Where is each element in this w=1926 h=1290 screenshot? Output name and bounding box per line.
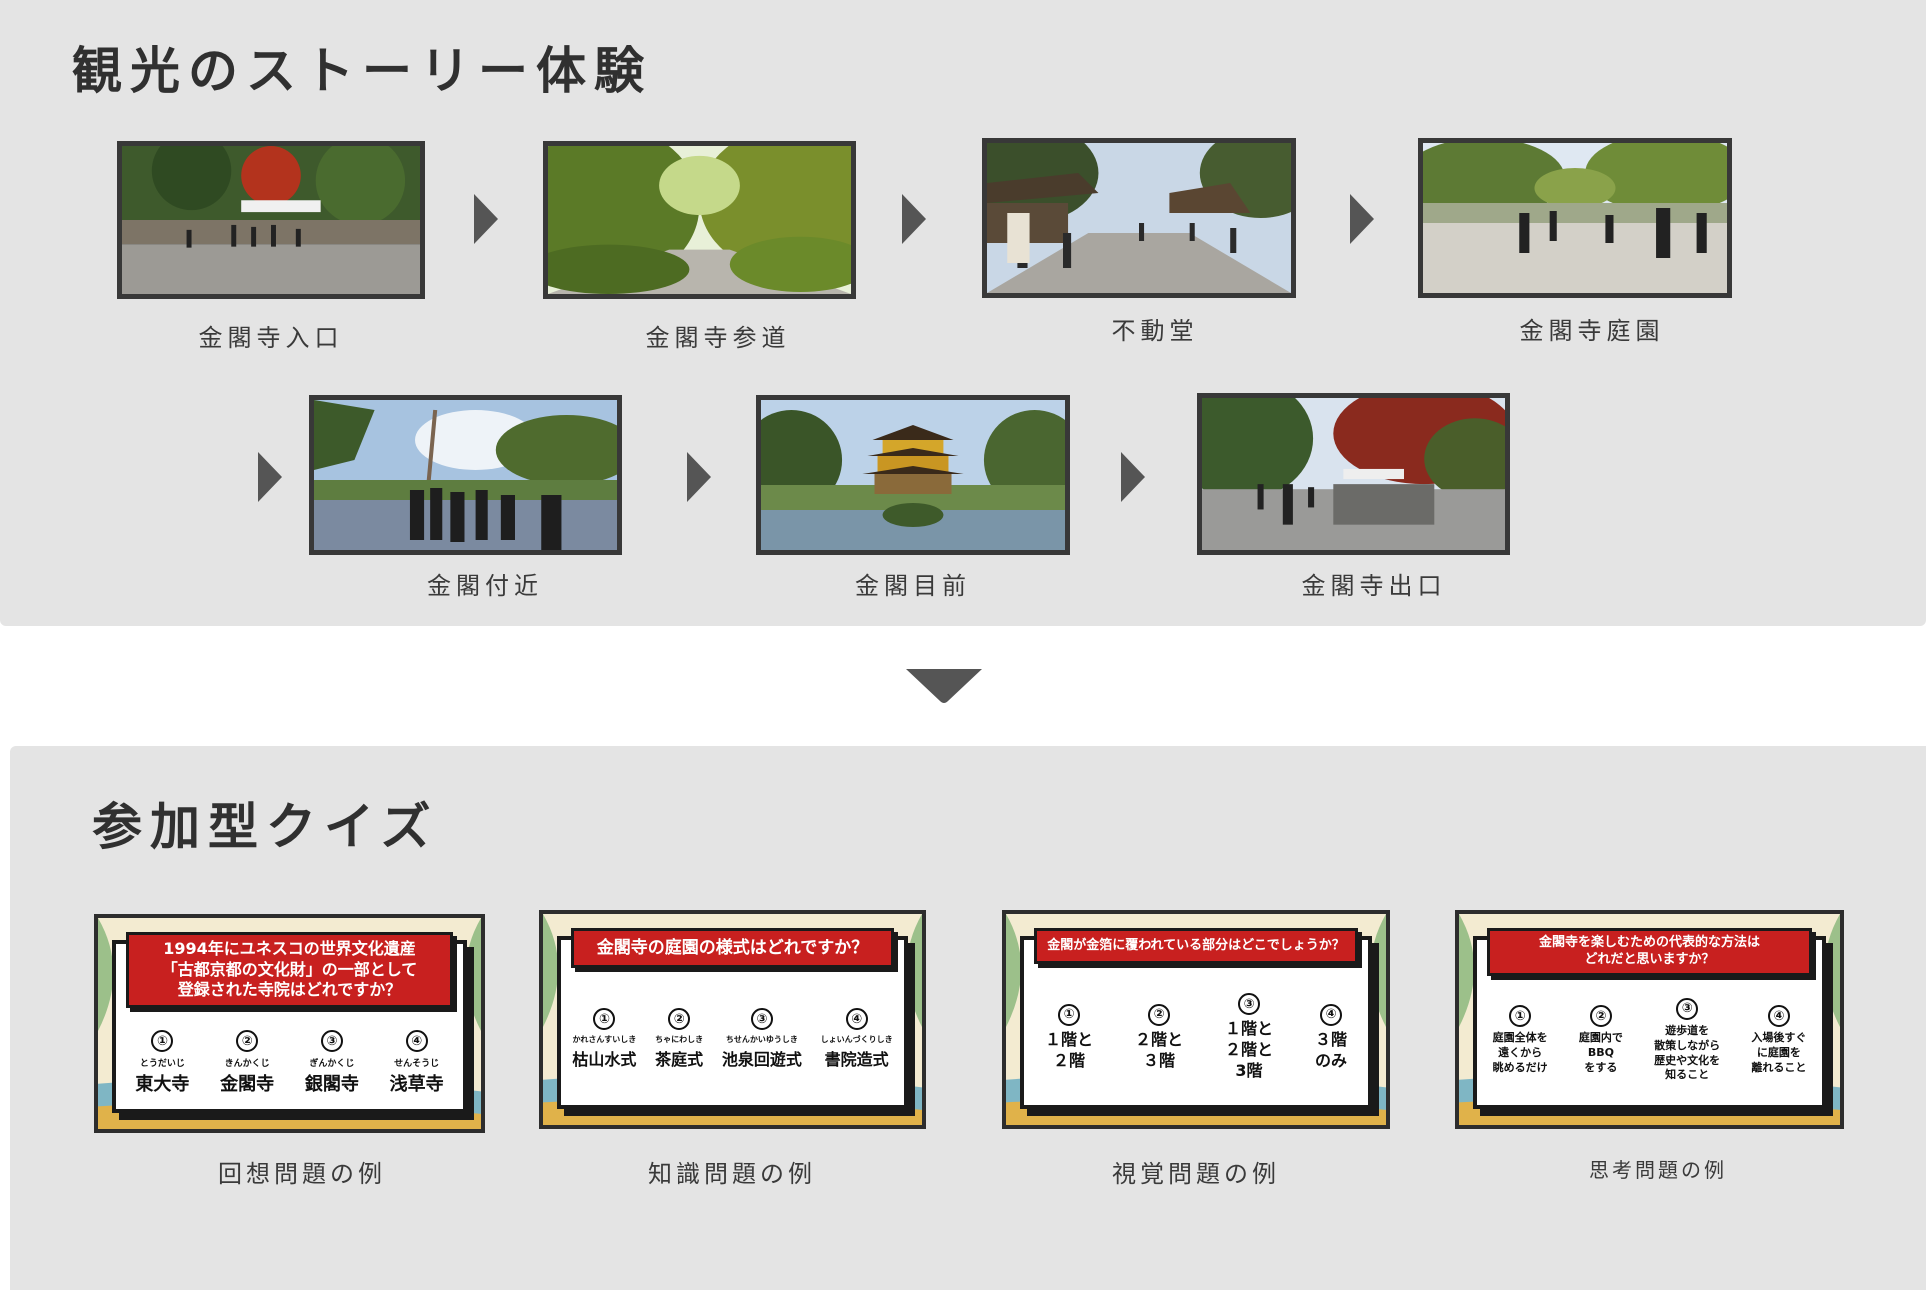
option-number: ③ [750, 1008, 773, 1030]
option-text: 池泉回遊式 [721, 1050, 802, 1069]
arrow-down-icon [906, 669, 982, 703]
option-text: 金閣寺 [220, 1074, 275, 1095]
stop-label: 金閣寺参道 [645, 324, 791, 352]
quiz-card: 1994年にユネスコの世界文化遺産 「古都京都の文化財」の一部として 登録された… [112, 932, 467, 1113]
option-ruby: ぎんかくじ [309, 1059, 355, 1069]
quiz-option[interactable]: ① １階と ２階 [1044, 1003, 1093, 1072]
option-text: １階と ２階と 3階 [1224, 1019, 1273, 1080]
option-number: ① [1057, 1003, 1080, 1026]
option-text: 茶庭式 [655, 1050, 704, 1069]
quiz-option[interactable]: ④ せんそうじ 浅草寺 [390, 1030, 444, 1109]
quiz-option[interactable]: ③ ぎんかくじ 銀閣寺 [305, 1030, 359, 1109]
quiz-option[interactable]: ① 庭園全体を 遠くから 眺めるだけ [1493, 1005, 1548, 1076]
story-section-title: 観光のストーリー体験 [72, 42, 652, 100]
quiz-card-knowledge: 金閣寺の庭園の様式はどれですか？ ① かれさんすいしき 枯山水式 ② ちゃにわし… [539, 910, 926, 1129]
stop-label: 金閣目前 [855, 572, 971, 600]
quiz-card: 金閣が金箔に覆われている部分はどこでしょうか？ ① １階と ２階 ② ２階と ３… [1020, 928, 1372, 1109]
quiz-caption: 知識問題の例 [648, 1160, 816, 1188]
option-number: ④ [845, 1008, 868, 1030]
stop-label: 金閣寺出口 [1301, 572, 1447, 600]
option-number: ② [1147, 1003, 1170, 1026]
photo-kinkaku-front [756, 395, 1070, 555]
quiz-option[interactable]: ① かれさんすいしき 枯山水式 [572, 1008, 636, 1105]
quiz-option[interactable]: ③ 遊歩道を 散策しながら 歴史や文化を 知ること [1654, 997, 1721, 1083]
option-ruby: せんそうじ [394, 1059, 440, 1069]
option-number: ④ [405, 1030, 428, 1052]
photo-near-kinkaku [309, 395, 622, 555]
option-ruby: とうだいじ [139, 1059, 185, 1069]
quiz-question: 金閣寺を楽しむための代表的な方法は どれだと思いますか？ [1487, 928, 1812, 976]
photo-kinkakuji-garden [1418, 138, 1732, 298]
quiz-question: 金閣が金箔に覆われている部分はどこでしょうか？ [1034, 928, 1358, 964]
arrow-right-icon [1121, 452, 1145, 502]
quiz-caption: 視覚問題の例 [1112, 1160, 1280, 1188]
quiz-option[interactable]: ④ 入場後すぐ に庭園を 離れること [1751, 1005, 1806, 1076]
stop-label: 金閣付近 [427, 572, 543, 600]
option-number: ③ [1676, 997, 1699, 1020]
page: 観光のストーリー体験 金閣寺入口 金閣寺参道 不動堂 金閣寺庭園 金閣付近 金閣… [0, 0, 1926, 1290]
option-text: 銀閣寺 [304, 1074, 359, 1095]
quiz-question: 金閣寺の庭園の様式はどれですか？ [571, 928, 894, 968]
quiz-option[interactable]: ③ １階と ２階と 3階 [1225, 993, 1273, 1081]
quiz-caption: 回想問題の例 [218, 1160, 386, 1188]
photo-kinkakuji-approach [543, 141, 856, 299]
quiz-option[interactable]: ① とうだいじ 東大寺 [135, 1030, 189, 1109]
option-number: ② [668, 1008, 691, 1030]
stop-label: 金閣寺入口 [198, 324, 344, 352]
quiz-option[interactable]: ④ しょいんづくりしき 書院造式 [821, 1008, 893, 1105]
photo-kinkakuji-exit [1197, 393, 1510, 555]
option-text: 遊歩道を 散策しながら 歴史や文化を 知ること [1654, 1023, 1721, 1082]
quiz-section-title: 参加型クイズ [92, 798, 439, 856]
option-number: ② [236, 1030, 259, 1052]
option-ruby: きんかくじ [224, 1059, 270, 1069]
option-text: 庭園内で BBQ をする [1578, 1031, 1623, 1074]
option-text: 入場後すぐ に庭園を 離れること [1751, 1031, 1807, 1074]
option-text: 庭園全体を 遠くから 眺めるだけ [1492, 1031, 1548, 1074]
option-text: 枯山水式 [572, 1050, 637, 1069]
option-text: ３階 のみ [1314, 1029, 1347, 1070]
quiz-card-visual: 金閣が金箔に覆われている部分はどこでしょうか？ ① １階と ２階 ② ２階と ３… [1002, 910, 1390, 1129]
option-text: ２階と ３階 [1134, 1029, 1183, 1070]
option-number: ① [1509, 1005, 1532, 1028]
quiz-option[interactable]: ② ちゃにわしき 茶庭式 [655, 1008, 703, 1105]
option-number: ④ [1319, 1003, 1342, 1026]
option-text: 東大寺 [135, 1074, 190, 1095]
option-number: ③ [320, 1030, 343, 1052]
option-ruby: しょいんづくりしき [820, 1035, 893, 1044]
quiz-caption: 思考問題の例 [1589, 1158, 1727, 1182]
quiz-option[interactable]: ② ２階と ３階 [1134, 1003, 1183, 1072]
quiz-option[interactable]: ② きんかくじ 金閣寺 [220, 1030, 274, 1109]
option-text: 書院造式 [824, 1050, 889, 1069]
photo-kinkakuji-entrance [117, 141, 425, 299]
option-number: ③ [1237, 993, 1260, 1016]
option-ruby: ちゃにわしき [655, 1035, 704, 1044]
option-number: ② [1589, 1005, 1612, 1028]
arrow-right-icon [258, 452, 282, 502]
quiz-option[interactable]: ④ ３階 のみ [1314, 1003, 1347, 1072]
option-number: ④ [1767, 1005, 1790, 1028]
option-text: 浅草寺 [389, 1074, 444, 1095]
quiz-card-recall: 1994年にユネスコの世界文化遺産 「古都京都の文化財」の一部として 登録された… [94, 914, 485, 1133]
option-number: ① [151, 1030, 174, 1052]
quiz-option[interactable]: ③ ちせんかいゆうしき 池泉回遊式 [722, 1008, 802, 1105]
arrow-right-icon [687, 452, 711, 502]
option-ruby: かれさんすいしき [572, 1035, 637, 1044]
stop-label: 金閣寺庭園 [1519, 317, 1665, 345]
quiz-question: 1994年にユネスコの世界文化遺産 「古都京都の文化財」の一部として 登録された… [126, 932, 453, 1008]
quiz-card: 金閣寺を楽しむための代表的な方法は どれだと思いますか？ ① 庭園全体を 遠くか… [1473, 928, 1826, 1109]
quiz-card-thinking: 金閣寺を楽しむための代表的な方法は どれだと思いますか？ ① 庭園全体を 遠くか… [1455, 910, 1844, 1129]
quiz-card: 金閣寺の庭園の様式はどれですか？ ① かれさんすいしき 枯山水式 ② ちゃにわし… [557, 928, 908, 1109]
arrow-right-icon [1350, 194, 1374, 244]
option-ruby: ちせんかいゆうしき [725, 1035, 798, 1044]
story-panel: 観光のストーリー体験 金閣寺入口 金閣寺参道 不動堂 金閣寺庭園 金閣付近 金閣… [0, 0, 1926, 626]
quiz-option[interactable]: ② 庭園内で BBQ をする [1579, 1005, 1623, 1076]
stop-label: 不動堂 [1111, 317, 1199, 345]
arrow-right-icon [474, 194, 498, 244]
photo-fudodo [982, 138, 1296, 298]
arrow-right-icon [902, 194, 926, 244]
option-text: １階と ２階 [1044, 1029, 1093, 1070]
option-number: ① [593, 1008, 616, 1030]
